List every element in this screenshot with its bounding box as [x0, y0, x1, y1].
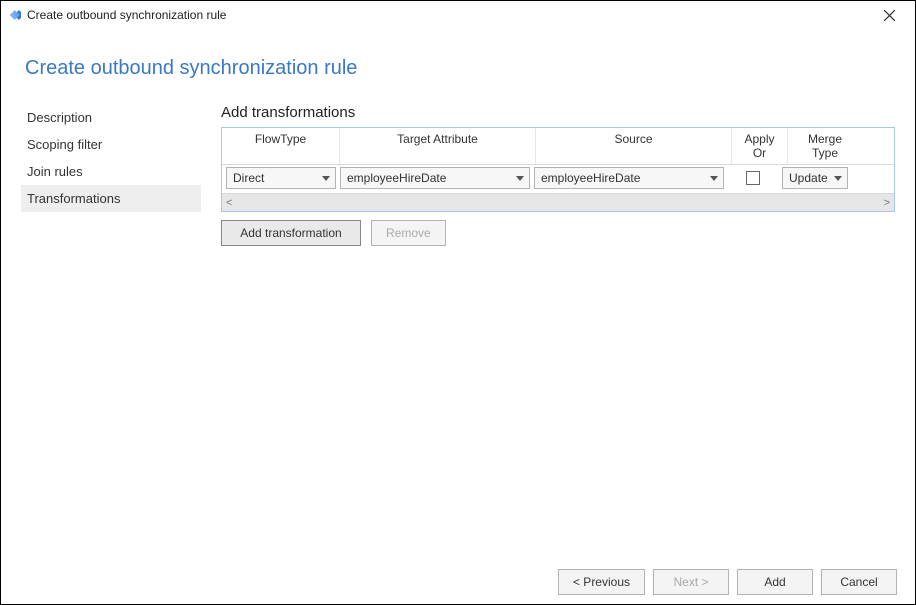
col-header-target: Target Attribute [340, 128, 536, 164]
previous-button[interactable]: < Previous [558, 569, 645, 595]
target-attribute-value: employeeHireDate [347, 171, 446, 185]
target-attribute-combo[interactable]: employeeHireDate [340, 167, 530, 189]
window-title: Create outbound synchronization rule [27, 8, 226, 22]
content-area: Create outbound synchronization rule Des… [1, 29, 915, 560]
wizard-sidebar: Description Scoping filter Join rules Tr… [21, 104, 201, 560]
titlebar: Create outbound synchronization rule [1, 1, 915, 29]
sidebar-item-description[interactable]: Description [21, 104, 201, 131]
apply-once-cell [728, 171, 778, 185]
main-panel: Add transformations FlowType Target Attr… [201, 104, 895, 560]
merge-type-combo[interactable]: Update [782, 167, 848, 189]
apply-once-checkbox[interactable] [746, 171, 760, 185]
cancel-button[interactable]: Cancel [821, 569, 897, 595]
scroll-right-icon: > [884, 197, 890, 209]
col-header-flowtype: FlowType [222, 128, 340, 164]
col-header-merge: Merge Type [788, 128, 862, 164]
scroll-left-icon: < [226, 197, 232, 209]
close-button[interactable] [869, 1, 909, 29]
sidebar-item-join-rules[interactable]: Join rules [21, 158, 201, 185]
remove-button[interactable]: Remove [371, 220, 446, 246]
source-combo[interactable]: employeeHireDate [534, 167, 724, 189]
flowtype-combo[interactable]: Direct [226, 167, 336, 189]
sidebar-item-scoping-filter[interactable]: Scoping filter [21, 131, 201, 158]
app-icon [7, 8, 21, 22]
grid-header: FlowType Target Attribute Source Apply O… [222, 128, 894, 165]
next-button[interactable]: Next > [653, 569, 729, 595]
dialog-window: Create outbound synchronization rule Cre… [0, 0, 916, 605]
section-title: Add transformations [221, 104, 895, 121]
col-header-source: Source [536, 128, 732, 164]
grid-horizontal-scrollbar[interactable]: < > [222, 193, 894, 211]
add-transformation-button[interactable]: Add transformation [221, 220, 361, 246]
transformations-grid: FlowType Target Attribute Source Apply O… [221, 127, 895, 212]
wizard-footer: < Previous Next > Add Cancel [1, 560, 915, 604]
merge-type-value: Update [789, 171, 828, 185]
sidebar-item-transformations[interactable]: Transformations [21, 185, 201, 212]
flowtype-value: Direct [233, 171, 264, 185]
grid-button-row: Add transformation Remove [221, 220, 895, 246]
body-row: Description Scoping filter Join rules Tr… [21, 104, 895, 560]
col-header-apply: Apply Or [732, 128, 788, 164]
page-title: Create outbound synchronization rule [25, 57, 895, 80]
add-button[interactable]: Add [737, 569, 813, 595]
table-row: Direct employeeHireDate employeeHireDate [222, 165, 894, 193]
source-value: employeeHireDate [541, 171, 640, 185]
